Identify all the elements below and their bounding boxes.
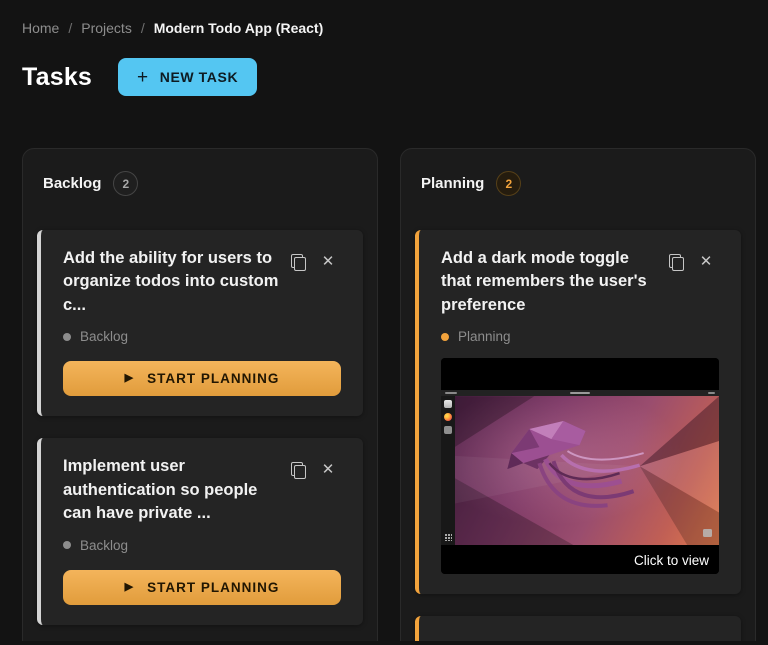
card-header: Implement user authentication so people …	[63, 455, 341, 525]
task-card[interactable]: Add a dark mode toggle that remembers th…	[415, 230, 741, 595]
close-icon[interactable]: ✕	[693, 248, 719, 274]
screenshot-thumbnail[interactable]: Click to view	[441, 358, 719, 575]
card-header: Add a dark mode toggle that remembers th…	[441, 247, 719, 317]
task-title: Add a dark mode toggle that remembers th…	[441, 249, 647, 314]
ubuntu-desktop	[441, 396, 719, 546]
activities-mark	[445, 392, 457, 395]
column-planning: Planning 2 Add a dark mode toggle that r…	[400, 148, 756, 641]
status-dot	[441, 332, 449, 341]
status-row: Planning	[441, 329, 719, 344]
task-card[interactable]: Add the ability for users to organize to…	[37, 230, 363, 417]
breadcrumb-separator: /	[140, 20, 145, 36]
column-backlog: Backlog 2 Add the ability for users to o…	[22, 148, 378, 641]
column-title: Planning	[421, 175, 485, 192]
new-task-label: NEW TASK	[159, 69, 239, 85]
show-apps-icon	[444, 533, 452, 542]
start-planning-button[interactable]: ▶ START PLANNING	[63, 361, 341, 397]
breadcrumb-separator: /	[68, 20, 73, 36]
close-icon[interactable]: ✕	[315, 248, 341, 274]
copy-glyph	[669, 253, 684, 271]
files-icon	[444, 400, 452, 409]
start-planning-button[interactable]: ▶ START PLANNING	[63, 569, 341, 605]
task-card-partial[interactable]	[415, 616, 741, 641]
desktop-home-icon	[703, 529, 712, 538]
copy-icon[interactable]	[285, 248, 311, 274]
column-header: Backlog 2	[43, 171, 363, 196]
page: Home / Projects / Modern Todo App (React…	[0, 0, 768, 645]
thumbnail-caption: Click to view	[633, 553, 709, 569]
ubuntu-dock	[441, 396, 455, 546]
breadcrumb-current-project: Modern Todo App (React)	[153, 20, 324, 36]
copy-icon[interactable]	[663, 248, 689, 274]
kanban-board: Backlog 2 Add the ability for users to o…	[22, 148, 756, 641]
close-icon[interactable]: ✕	[315, 456, 341, 482]
column-count-badge: 2	[113, 171, 139, 196]
copy-icon[interactable]	[285, 456, 311, 482]
status-row: Backlog	[63, 329, 341, 344]
plus-icon: +	[137, 66, 149, 88]
thumbnail-letterbox	[441, 358, 719, 391]
status-label: Backlog	[80, 329, 129, 345]
page-title: Tasks	[22, 62, 93, 91]
status-dot	[63, 541, 71, 550]
start-planning-label: START PLANNING	[147, 371, 280, 387]
play-icon: ▶	[124, 372, 135, 385]
new-task-button[interactable]: + NEW TASK	[118, 58, 258, 96]
column-count-badge: 2	[496, 171, 522, 196]
task-card[interactable]: Implement user authentication so people …	[37, 438, 363, 625]
column-header: Planning 2	[421, 171, 741, 196]
breadcrumb: Home / Projects / Modern Todo App (React…	[22, 20, 756, 36]
card-actions: ✕	[663, 248, 719, 317]
task-title: Implement user authentication so people …	[63, 457, 258, 523]
card-actions: ✕	[285, 456, 341, 525]
copy-glyph	[291, 461, 306, 479]
status-row: Backlog	[63, 538, 341, 553]
breadcrumb-projects-link[interactable]: Projects	[81, 20, 132, 36]
play-icon: ▶	[124, 580, 135, 593]
status-label: Planning	[458, 329, 511, 345]
copy-glyph	[291, 253, 306, 271]
firefox-icon	[444, 413, 452, 422]
system-tray-mark	[708, 392, 715, 395]
jellyfish-wallpaper	[455, 396, 719, 546]
clock-mark	[570, 392, 590, 395]
app-icon	[444, 426, 452, 435]
breadcrumb-home-link[interactable]: Home	[22, 20, 59, 36]
start-planning-label: START PLANNING	[147, 579, 280, 595]
card-actions: ✕	[285, 248, 341, 317]
task-title: Add the ability for users to organize to…	[63, 249, 279, 314]
card-header: Add the ability for users to organize to…	[63, 247, 341, 317]
status-label: Backlog	[80, 537, 129, 553]
status-dot	[63, 332, 71, 341]
column-title: Backlog	[43, 175, 102, 192]
jellyfish-graphic	[507, 421, 645, 509]
title-row: Tasks + NEW TASK	[22, 58, 756, 96]
